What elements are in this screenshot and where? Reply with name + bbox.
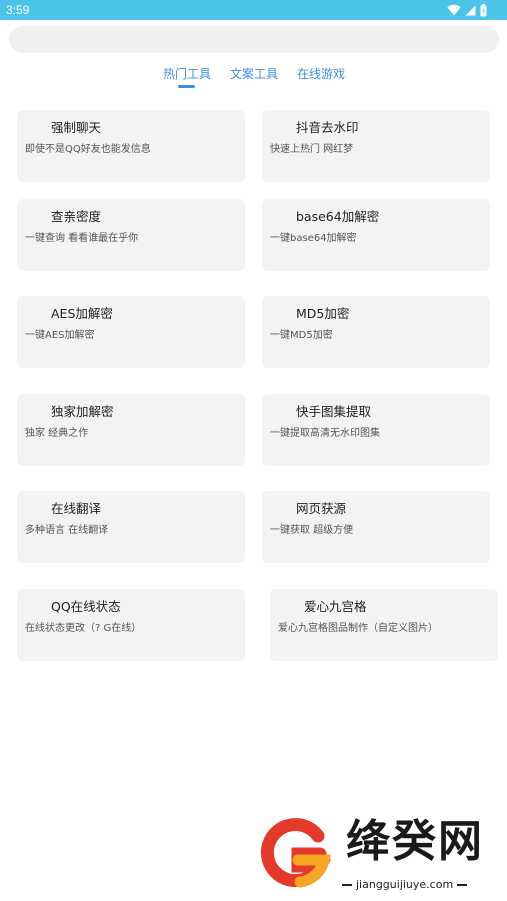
tool-card-aes[interactable]: AES加解密 一键AES加解密 — [17, 296, 245, 368]
status-time: 3:59 — [6, 3, 30, 17]
divider-line — [457, 884, 468, 886]
tab-hot-tools[interactable]: 热门工具 — [163, 66, 211, 82]
status-icons — [447, 3, 487, 17]
tool-card-douyin-watermark[interactable]: 抖音去水印 快速上热门 网红梦 — [262, 110, 490, 182]
tool-card-exclusive-crypto[interactable]: 独家加解密 独家 经典之作 — [17, 394, 245, 466]
tool-card-intimacy[interactable]: 查亲密度 一键查询 看看谁最在乎你 — [17, 199, 245, 271]
tool-desc: 快速上热门 网红梦 — [270, 144, 354, 155]
tool-card-force-chat[interactable]: 强制聊天 即使不是QQ好友也能发信息 — [17, 110, 245, 182]
tool-title: 快手图集提取 — [296, 404, 372, 419]
watermark-url-row: jiangguijiuye.com — [342, 878, 494, 892]
status-bar: 3:59 — [0, 0, 507, 20]
tool-card-page-source[interactable]: 网页获源 一键获取 超级方便 — [262, 491, 490, 563]
tool-title: AES加解密 — [51, 306, 113, 321]
tool-card-qq-status[interactable]: QQ在线状态 在线状态更改（? G在线） — [17, 589, 245, 661]
tab-copywriting-tools[interactable]: 文案工具 — [230, 66, 278, 82]
tool-title: 在线翻译 — [51, 501, 102, 516]
tool-card-base64[interactable]: base64加解密 一键base64加解密 — [262, 199, 490, 271]
tool-title: 查亲密度 — [51, 209, 102, 224]
active-tab-indicator — [178, 85, 195, 88]
tool-title: 网页获源 — [296, 501, 347, 516]
search-input[interactable] — [9, 26, 499, 53]
tool-title: 独家加解密 — [51, 404, 114, 419]
wifi-icon — [447, 4, 461, 16]
tool-desc: 一键提取高清无水印图集 — [270, 428, 380, 439]
tool-desc: 一键获取 超级方便 — [270, 525, 354, 536]
tab-bar: 热门工具 文案工具 在线游戏 — [0, 62, 507, 92]
tool-desc: 一键AES加解密 — [25, 330, 95, 341]
site-watermark: 绛癸网 jiangguijiuye.com — [258, 812, 498, 896]
tool-title: QQ在线状态 — [51, 599, 121, 614]
tool-desc: 即使不是QQ好友也能发信息 — [25, 144, 151, 155]
tool-card-translate[interactable]: 在线翻译 多种语言 在线翻译 — [17, 491, 245, 563]
divider-line — [342, 884, 352, 886]
tool-title: 强制聊天 — [51, 120, 102, 135]
tool-card-kuaishou-album[interactable]: 快手图集提取 一键提取高清无水印图集 — [262, 394, 490, 466]
tool-title: MD5加密 — [296, 306, 350, 321]
tool-desc: 独家 经典之作 — [25, 428, 89, 439]
tool-desc: 多种语言 在线翻译 — [25, 525, 109, 536]
tool-title: 爱心九宫格 — [304, 599, 367, 614]
tool-desc: 一键查询 看看谁最在乎你 — [25, 233, 139, 244]
tool-desc: 一键MD5加密 — [270, 330, 333, 341]
tool-title: base64加解密 — [296, 209, 380, 224]
tool-desc: 在线状态更改（? G在线） — [25, 623, 142, 634]
g-logo-icon — [260, 818, 331, 888]
tool-desc: 爱心九宫格图品制作（自定义图片） — [278, 623, 438, 634]
watermark-site-name: 绛癸网 — [346, 816, 484, 867]
battery-icon — [480, 3, 487, 16]
tool-card-heart-grid[interactable]: 爱心九宫格 爱心九宫格图品制作（自定义图片） — [270, 589, 498, 661]
tool-desc: 一键base64加解密 — [270, 233, 357, 244]
cellular-signal-icon — [465, 5, 476, 15]
watermark-url: jiangguijiuye.com — [356, 878, 454, 891]
tool-title: 抖音去水印 — [296, 120, 359, 135]
tool-card-md5[interactable]: MD5加密 一键MD5加密 — [262, 296, 490, 368]
tab-online-games[interactable]: 在线游戏 — [297, 66, 345, 82]
